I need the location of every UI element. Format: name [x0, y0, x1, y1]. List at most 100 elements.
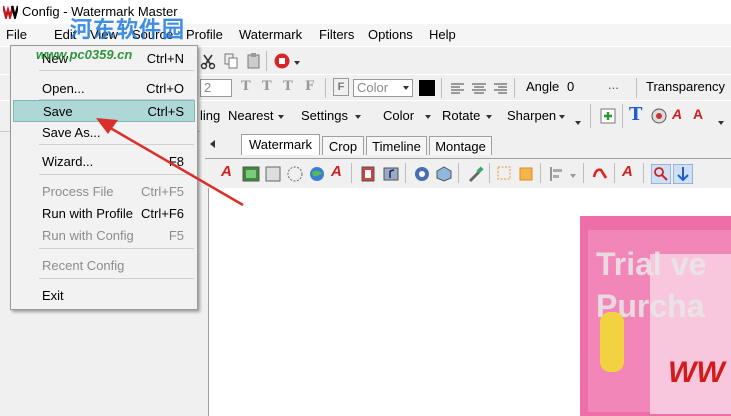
cut-icon[interactable]	[199, 52, 217, 70]
preview-text-line3: WW	[668, 356, 725, 389]
align-left-icon[interactable]	[449, 80, 467, 98]
toolbar-separator	[405, 163, 406, 183]
select-fill-icon[interactable]	[517, 165, 535, 183]
align-icon[interactable]	[548, 165, 566, 183]
preview-image[interactable]: Trial ve Purcha WW	[580, 216, 731, 416]
process-file-shortcut: Ctrl+F5	[141, 184, 184, 199]
menu-item-recent-config: Recent Config	[11, 255, 197, 275]
save-as-label: Save As...	[42, 125, 101, 140]
tab-timeline-label: Timeline	[372, 139, 421, 154]
resample-dropdown[interactable]: Nearest	[225, 106, 287, 126]
new-shortcut: Ctrl+N	[146, 51, 184, 66]
globe-icon[interactable]	[308, 165, 326, 183]
toolbar-separator	[514, 78, 515, 98]
tab-timeline[interactable]: Timeline	[366, 136, 427, 155]
layer-icon[interactable]	[413, 165, 431, 183]
sharpen-dropdown[interactable]: Sharpen	[502, 106, 568, 126]
italic-icon[interactable]: T	[262, 79, 272, 94]
tab-montage[interactable]: Montage	[429, 136, 492, 155]
text-properties-icon[interactable]: A	[622, 163, 633, 180]
tab-montage-label: Montage	[435, 139, 486, 154]
align-right-icon[interactable]	[491, 80, 509, 98]
text-tool-icon[interactable]: T	[629, 104, 642, 125]
menu-item-run-with-profile[interactable]: Run with Profile Ctrl+F6	[11, 203, 197, 223]
menu-item-open[interactable]: Open... Ctrl+O	[11, 78, 197, 98]
toolbar-separator	[643, 163, 644, 183]
underline-icon[interactable]: T	[283, 79, 293, 94]
resample-label: ling	[200, 108, 221, 123]
select-frame-icon[interactable]	[496, 165, 514, 183]
angle-ellipsis-button[interactable]: ...	[608, 77, 619, 92]
rotate-text-icon[interactable]: A	[672, 106, 682, 122]
add-text-icon[interactable]: A	[221, 163, 232, 180]
image-tool-icon[interactable]	[650, 107, 668, 125]
menu-options[interactable]: Options	[368, 27, 413, 42]
text-style-icon[interactable]: A	[331, 163, 342, 180]
menu-item-process-file: Process File Ctrl+F5	[11, 181, 197, 201]
color-dropdown-value: Color	[357, 80, 389, 95]
toolbar-separator	[614, 163, 615, 183]
color-menu-dropdown[interactable]: Color	[378, 106, 434, 126]
file-menu: New Ctrl+N Open... Ctrl+O Save Ctrl+S Save …	[10, 45, 198, 310]
menu-item-exit[interactable]: Exit	[11, 285, 197, 305]
undo-icon[interactable]	[591, 165, 609, 183]
transparency-label: Transparency	[646, 79, 725, 94]
menu-item-save[interactable]: Save Ctrl+S	[13, 100, 195, 122]
chevron-down-icon[interactable]	[717, 119, 725, 129]
menu-profile-label: Profile	[186, 27, 223, 42]
exit-label: Exit	[42, 288, 64, 303]
menu-help-label: Help	[429, 27, 456, 42]
angle-label: Angle	[526, 79, 560, 94]
menu-options-label: Options	[368, 27, 413, 42]
add-image-icon[interactable]	[242, 165, 260, 183]
chevron-left-icon[interactable]	[209, 139, 217, 149]
rotate-dropdown[interactable]: Rotate	[437, 106, 495, 126]
chevron-down-icon[interactable]	[569, 172, 577, 180]
menu-help[interactable]: Help	[429, 27, 456, 42]
toolbar-separator	[583, 163, 584, 183]
bold-icon[interactable]: T	[241, 79, 251, 94]
music-icon[interactable]	[382, 165, 400, 183]
menu-watermark-label: Watermark	[239, 27, 303, 42]
menu-filters[interactable]: Filters	[319, 27, 354, 42]
run-with-profile-label: Run with Profile	[42, 206, 134, 221]
menu-separator	[39, 144, 194, 145]
font-size-dropdown[interactable]: 2	[200, 79, 232, 97]
tab-crop[interactable]: Crop	[322, 136, 364, 155]
menu-item-wizard[interactable]: Wizard... F8	[11, 151, 197, 171]
align-center-icon[interactable]	[470, 80, 488, 98]
film-icon[interactable]	[359, 165, 377, 183]
fit-icon[interactable]	[673, 164, 693, 184]
text-effect-icon[interactable]: A	[693, 106, 703, 122]
toolbar-separator	[458, 163, 459, 183]
angle-value[interactable]: 0	[567, 79, 574, 94]
toolbar-separator	[351, 163, 352, 183]
save-shortcut: Ctrl+S	[147, 104, 184, 119]
watermark-tools-bar: A A A	[205, 158, 731, 189]
settings-dropdown[interactable]: Settings	[296, 106, 366, 126]
tab-watermark[interactable]: Watermark	[241, 134, 320, 155]
zoom-icon[interactable]	[651, 164, 671, 184]
eyedropper-icon[interactable]	[466, 165, 484, 183]
menu-item-save-as[interactable]: Save As...	[11, 122, 197, 142]
color-dropdown[interactable]: Color	[353, 79, 413, 97]
app-icon	[3, 5, 18, 19]
menu-file[interactable]: File	[6, 27, 27, 42]
paste-icon[interactable]	[245, 52, 263, 70]
menu-watermark[interactable]: Watermark	[239, 27, 302, 42]
stop-icon[interactable]	[273, 52, 291, 70]
chevron-down-icon[interactable]	[293, 59, 301, 69]
copy-icon[interactable]	[222, 52, 240, 70]
chevron-down-icon[interactable]	[574, 119, 582, 129]
cube-icon[interactable]	[435, 165, 453, 183]
run-with-profile-shortcut: Ctrl+F6	[141, 206, 184, 221]
resample-value: Nearest	[228, 108, 274, 123]
process-file-label: Process File	[42, 184, 114, 199]
color-swatch[interactable]	[419, 80, 435, 96]
strikeout-icon[interactable]: F	[305, 79, 314, 94]
add-icon[interactable]	[599, 107, 617, 125]
menu-profile[interactable]: Profile	[186, 27, 223, 42]
rectangle-icon[interactable]	[264, 165, 282, 183]
font-style-icon[interactable]: F	[333, 78, 349, 96]
ellipse-icon[interactable]	[286, 165, 304, 183]
